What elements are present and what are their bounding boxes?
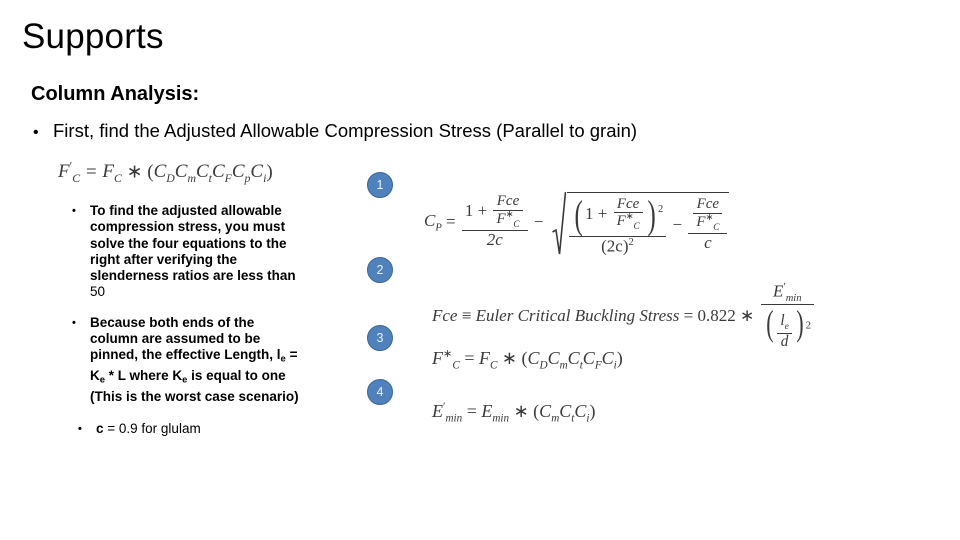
- bullet-marker-icon: •: [72, 205, 76, 217]
- left-paren-icon: (: [765, 303, 774, 344]
- eq4-factor-1: Ct: [559, 401, 575, 425]
- eq4-lhs: E′min: [432, 401, 463, 425]
- sub-bullet-1-text: To find the adjusted allowable compressi…: [90, 203, 296, 284]
- sub-bullet-2: • Because both ends of the column are ass…: [66, 315, 306, 405]
- eq2-numerator: E′min: [773, 281, 802, 305]
- equation-column-stability-factor: CP = 1 + Fce F∗C 2c − (1 + Fce F∗C) 2 (2c)2…: [424, 188, 730, 256]
- sub-bullet-3-rest: = 0.9 for glulam: [103, 421, 201, 437]
- eq4-times: ∗: [513, 401, 529, 421]
- eq2-exponent: 2: [805, 320, 811, 332]
- left-paren-icon: (: [574, 192, 583, 237]
- sub-bullet-1-number: 50: [90, 284, 106, 300]
- page-title: Supports: [22, 17, 164, 56]
- eq3-factor-3: CF: [582, 348, 602, 372]
- eq1-equals: =: [446, 211, 456, 231]
- eq1-square-root: (1 + Fce F∗C) 2 (2c)2 − Fce F∗C c: [551, 188, 730, 256]
- eq1-first-fraction-numerator: 1 + Fce F∗C: [462, 193, 528, 231]
- equation-badge-4-label: 4: [376, 384, 384, 399]
- equation-adjusted-allowable-compression-stress: F′C = FC ∗ (CDCmCtCFCpCi): [58, 160, 273, 186]
- sub-bullet-3: • c = 0.9 for glulam: [66, 421, 306, 437]
- eq1-minus-1: −: [533, 211, 544, 231]
- main-bullet-text: First, find the Adjusted Allowable Compr…: [53, 120, 638, 141]
- eq1-tail-numerator: Fce F∗C: [688, 196, 727, 234]
- eq4-rhs-base: Emin: [481, 401, 510, 425]
- eq-left-factor-1: Cm: [174, 161, 196, 186]
- eq-left-factor-4: Cp: [231, 161, 251, 186]
- eq3-rhs-base: FC: [478, 348, 498, 372]
- sub-bullet-2-part-0: Because both ends of the column are assu…: [90, 314, 281, 363]
- eq1-inner-fraction: (1 + Fce F∗C) 2 (2c)2: [568, 192, 667, 256]
- eq2-equals: =: [683, 305, 694, 325]
- section-heading: Column Analysis:: [31, 83, 200, 105]
- eq3-factor-1: Cm: [547, 348, 568, 372]
- eq4-close-paren: ): [589, 401, 596, 421]
- eq1-tail-denominator: c: [688, 233, 728, 252]
- eq1-inner-fce-ratio: Fce F∗C: [613, 196, 643, 233]
- eq1-inner-exponent: 2: [657, 204, 664, 216]
- eq1-fstar: F∗C: [493, 209, 523, 231]
- eq3-lhs: F∗C: [432, 348, 460, 372]
- eq1-fce-ratio: Fce F∗C: [493, 193, 523, 231]
- eq-left-factor-3: CF: [211, 161, 232, 186]
- equation-badge-3-label: 3: [376, 330, 384, 345]
- equation-badge-1-label: 1: [376, 177, 384, 192]
- sub-bullet-3-lead: c: [96, 421, 104, 437]
- eq-left-factor-2: Ct: [195, 161, 212, 186]
- eq1-radicand: (1 + Fce F∗C) 2 (2c)2 − Fce F∗C c: [566, 192, 730, 256]
- eq4-factor-0: Cm: [539, 401, 560, 425]
- bullet-marker-icon: •: [33, 124, 39, 141]
- eq3-factor-0: CD: [527, 348, 548, 372]
- equation-adjusted-minimum-modulus-of-elasticity: E′min = Emin ∗ (CmCtCi): [432, 401, 596, 425]
- equation-badge-2-label: 2: [376, 262, 384, 277]
- eq-left-close-paren: ): [266, 161, 273, 183]
- eq1-minus-2: −: [672, 214, 683, 234]
- eq1-tail-fce-ratio: Fce F∗C: [693, 196, 723, 234]
- sub-bullet-list: • To find the adjusted allowable compress…: [66, 203, 306, 451]
- eq2-slenderness-ratio: le d: [777, 311, 792, 350]
- equation-reference-compression-design-value: F∗C = FC ∗ (CDCmCtCFCi): [432, 347, 623, 372]
- eq-left-rhs-base: FC: [102, 161, 122, 186]
- equation-badge-3[interactable]: 3: [367, 325, 393, 351]
- eq2-identity: ≡: [461, 305, 472, 325]
- eq1-inner-denominator: (2c)2: [568, 235, 667, 256]
- eq1-tail-fraction: Fce F∗C c: [688, 196, 728, 252]
- sub-bullet-1: • To find the adjusted allowable compress…: [66, 203, 306, 301]
- eq2-denominator: (le d) 2: [760, 303, 814, 350]
- eq-left-factor-0: CD: [153, 161, 175, 186]
- sub-bullet-2-part-2: * L where K: [105, 368, 183, 384]
- eq3-equals: =: [464, 348, 475, 368]
- eq3-factor-2: Ct: [567, 348, 583, 372]
- eq-left-times: ∗: [126, 161, 143, 183]
- eq-left-lhs: F′C: [58, 160, 81, 186]
- eq1-lhs: CP: [424, 210, 442, 233]
- eq2-definition-words: Euler Critical Buckling Stress: [475, 305, 680, 325]
- equation-badge-2[interactable]: 2: [367, 257, 393, 283]
- eq2-lhs: Fce: [432, 305, 458, 325]
- eq2-times: ∗: [740, 305, 755, 325]
- eq2-fraction: E′min (le d) 2: [760, 281, 814, 350]
- eq3-times: ∗: [501, 348, 518, 368]
- eq-left-factor-5: Ci: [250, 161, 267, 186]
- eq1-first-fraction-denominator: 2c: [461, 230, 528, 249]
- eq3-close-paren: ): [616, 348, 623, 368]
- eq1-inner-numerator: (1 + Fce F∗C) 2: [574, 192, 664, 237]
- right-paren-icon: ): [647, 192, 656, 237]
- right-paren-icon: ): [796, 303, 804, 344]
- eq1-inner-fstar: F∗C: [613, 212, 643, 233]
- eq3-factor-4: Ci: [601, 348, 617, 372]
- bullet-marker-icon: •: [72, 316, 76, 329]
- main-bullet: • First, find the Adjusted Allowable Com…: [33, 120, 637, 142]
- equation-badge-4[interactable]: 4: [367, 379, 393, 405]
- radical-icon: [551, 190, 566, 255]
- eq1-first-fraction: 1 + Fce F∗C 2c: [461, 193, 528, 249]
- eq-left-equals: =: [84, 161, 98, 183]
- bullet-marker-icon: •: [78, 423, 82, 436]
- eq1-tail-fstar: F∗C: [693, 212, 723, 234]
- equation-badge-1[interactable]: 1: [367, 172, 393, 198]
- eq4-factor-2: Ci: [574, 401, 590, 425]
- eq2-coefficient: 0.822: [697, 305, 736, 325]
- eq4-equals: =: [466, 401, 477, 421]
- equation-euler-critical-buckling-stress: Fce ≡ Euler Critical Buckling Stress = 0…: [432, 282, 816, 350]
- eq2-slenderness-num: le: [780, 311, 789, 332]
